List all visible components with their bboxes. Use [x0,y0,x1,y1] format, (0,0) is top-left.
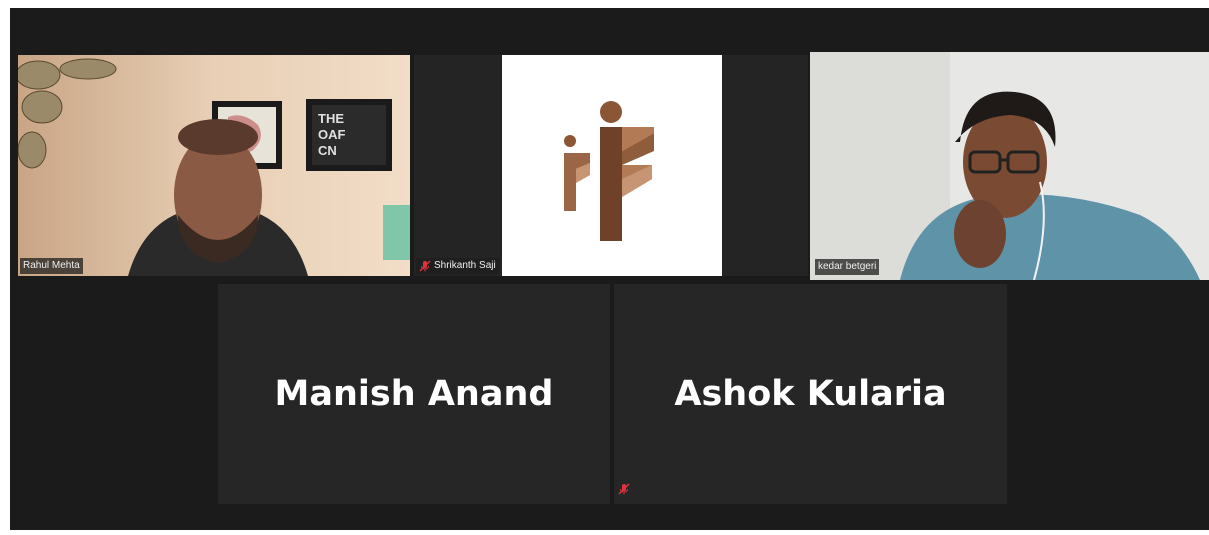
mute-indicator [618,482,630,500]
muted-mic-icon [419,260,431,272]
participant-name: Shrikanth Saji [434,260,496,271]
video-tile-shrikanth-saji[interactable]: Shrikanth Saji [414,55,808,276]
participant-display-name: Ashok Kularia [674,374,947,414]
svg-text:CN: CN [318,143,337,158]
video-tile-rahul-mehta[interactable]: THE OAF CN Rahul Mehta [18,55,410,276]
meeting-gallery-view: THE OAF CN Rahul Mehta Shrikanth Saji ke… [10,8,1209,530]
muted-mic-icon [618,483,630,495]
participant-video-feed [810,52,1209,280]
video-tile-manish-anand[interactable]: Manish Anand [218,284,610,504]
participant-name-label: kedar betgeri [815,259,880,275]
if-logo-icon [564,101,654,241]
participant-name-label: Rahul Mehta [20,258,83,274]
participant-display-name: Manish Anand [274,374,554,414]
svg-text:THE: THE [318,111,344,126]
svg-text:OAF: OAF [318,127,346,142]
profile-logo [502,55,722,276]
participant-name-label: Shrikanth Saji [416,258,499,274]
video-tile-kedar-betgeri[interactable]: kedar betgeri [810,52,1209,280]
participant-name: Rahul Mehta [23,260,80,271]
participant-video-feed: THE OAF CN [18,55,410,276]
participant-name: kedar betgeri [818,261,877,272]
video-tile-ashok-kularia[interactable]: Ashok Kularia [614,284,1007,504]
